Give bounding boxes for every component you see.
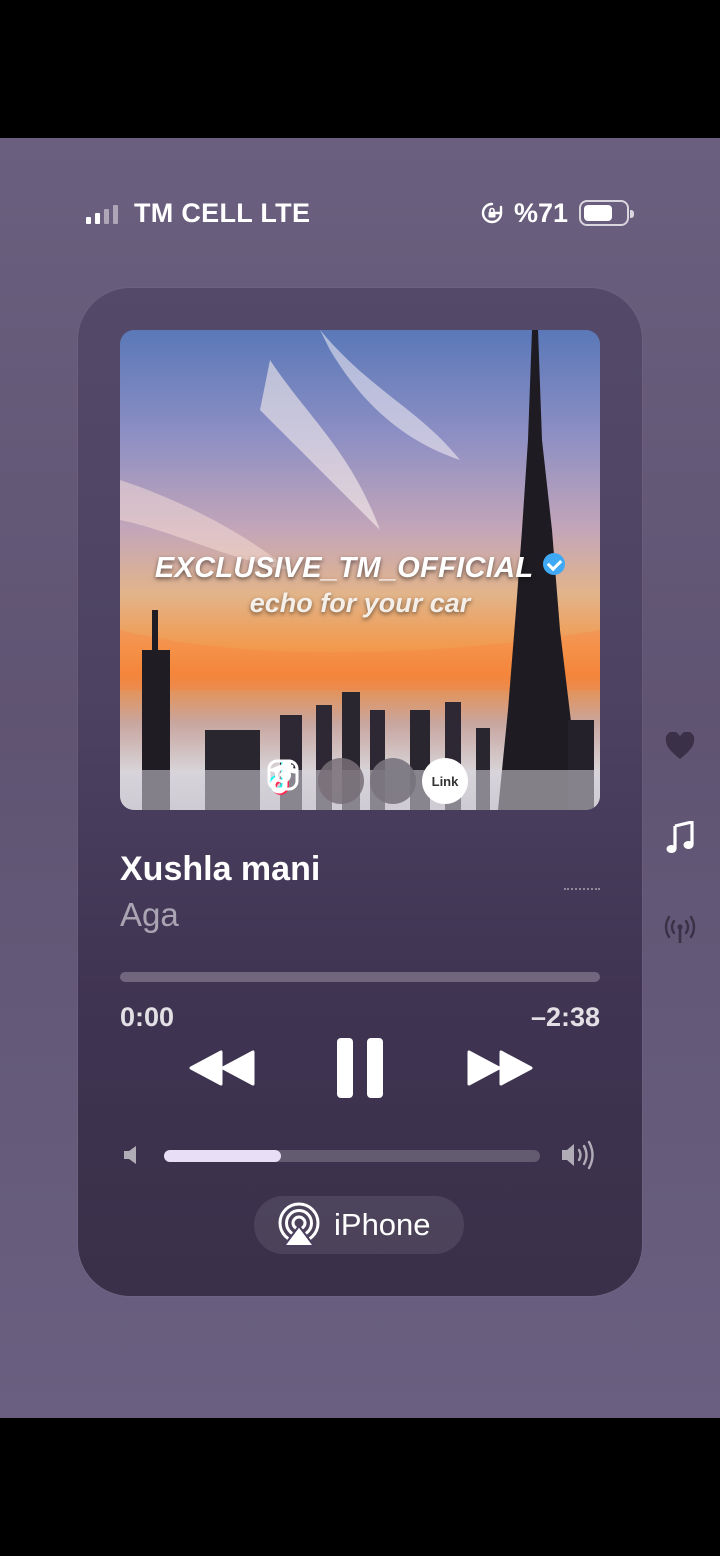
link-icon: Link bbox=[422, 758, 468, 804]
rewind-icon bbox=[189, 1050, 255, 1086]
album-artwork[interactable]: EXCLUSIVE_TM_OFFICIAL echo for your car bbox=[120, 330, 600, 810]
volume-high-icon bbox=[562, 1140, 594, 1170]
fast-forward-icon bbox=[467, 1050, 533, 1086]
social-icons: Link bbox=[266, 758, 468, 804]
battery-percent: %71 bbox=[514, 198, 569, 228]
artist-name[interactable]: Aga bbox=[120, 896, 179, 934]
more-options-icon[interactable] bbox=[564, 888, 600, 892]
heart-icon[interactable] bbox=[662, 728, 698, 764]
telegram-icon bbox=[268, 758, 416, 804]
battery-icon bbox=[579, 200, 634, 226]
artwork-title: EXCLUSIVE_TM_OFFICIAL bbox=[120, 552, 600, 585]
artwork-subtitle: echo for your car bbox=[249, 588, 471, 618]
rotation-lock-icon bbox=[481, 202, 503, 224]
rewind-button[interactable] bbox=[182, 1036, 262, 1100]
now-playing-card: EXCLUSIVE_TM_OFFICIAL echo for your car bbox=[78, 288, 642, 1296]
progress-bar[interactable] bbox=[120, 972, 600, 982]
airplay-icon bbox=[278, 1202, 320, 1247]
status-bar: TM CELL LTE %71 bbox=[0, 196, 720, 232]
pause-icon bbox=[337, 1038, 383, 1098]
volume-slider[interactable] bbox=[164, 1150, 540, 1162]
song-title: Xushla mani bbox=[120, 850, 321, 888]
instagram-icon bbox=[267, 758, 364, 804]
signal-icon bbox=[86, 204, 118, 224]
airplay-button[interactable]: iPhone bbox=[254, 1196, 464, 1254]
output-device-label: iPhone bbox=[334, 1207, 431, 1242]
volume-low-icon bbox=[124, 1146, 136, 1164]
music-note-icon[interactable] bbox=[662, 820, 698, 856]
verified-icon bbox=[543, 553, 566, 575]
pause-button[interactable] bbox=[326, 1036, 394, 1100]
fast-forward-button[interactable] bbox=[460, 1036, 540, 1100]
carrier-label: TM CELL LTE bbox=[134, 198, 311, 228]
broadcast-icon[interactable] bbox=[662, 912, 698, 948]
remaining-time: –2:38 bbox=[530, 1002, 600, 1032]
elapsed-time: 0:00 bbox=[120, 1002, 175, 1032]
lock-screen: TM CELL LTE %71 EXCLUSIVE_TM_OFFICIAL ec… bbox=[0, 138, 720, 1418]
